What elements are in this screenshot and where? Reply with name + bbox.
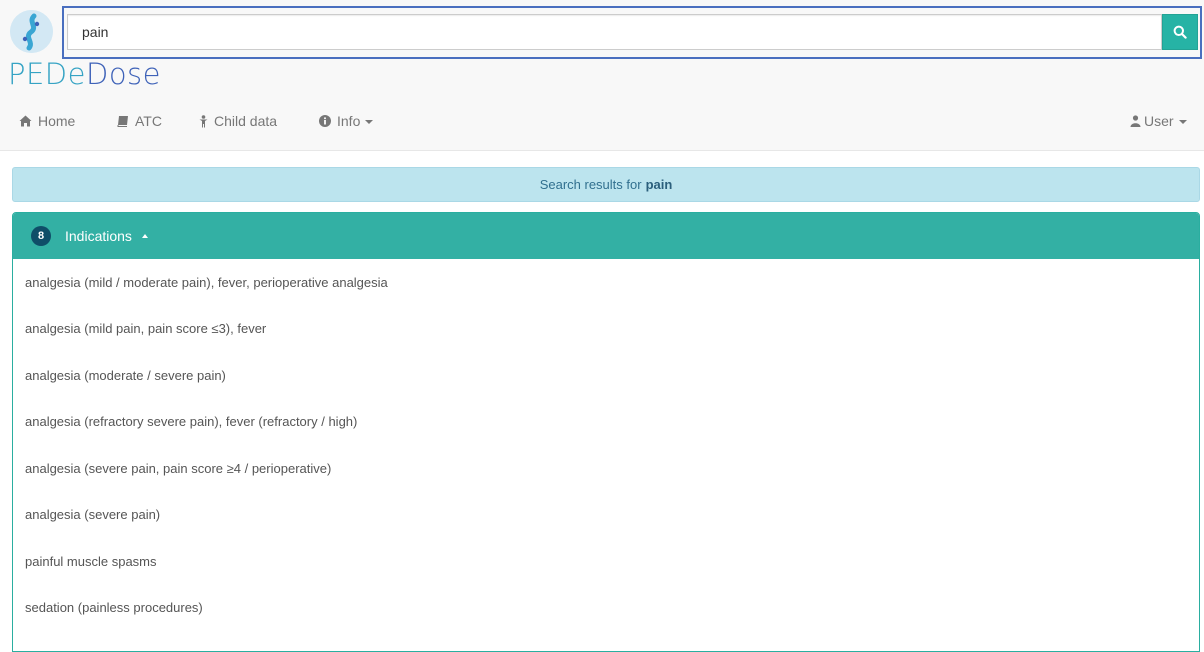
search-button[interactable] <box>1162 14 1198 50</box>
indications-list: analgesia (mild / moderate pain), fever,… <box>13 259 1199 631</box>
indications-title: Indications <box>65 228 132 244</box>
caret-down-icon <box>365 120 374 124</box>
logo-icon[interactable] <box>10 10 53 53</box>
nav-user-label: User <box>1144 113 1174 129</box>
nav-home[interactable]: Home <box>19 104 75 138</box>
user-icon <box>1130 115 1141 127</box>
brand-part-2: Dose <box>85 57 162 91</box>
child-icon <box>199 114 208 128</box>
nav-bar: Home ATC Child data Info User <box>0 104 1204 138</box>
nav-atc-label: ATC <box>135 113 162 129</box>
search-input[interactable] <box>67 14 1162 50</box>
header: PEDeDose Home ATC <box>0 0 1204 151</box>
search-bar <box>62 6 1202 59</box>
nav-child-data-label: Child data <box>214 113 278 129</box>
list-item[interactable]: painful muscle spasms <box>13 538 1199 585</box>
indications-panel-heading[interactable]: 8 Indications <box>13 213 1199 259</box>
list-item[interactable]: analgesia (refractory severe pain), feve… <box>13 399 1199 446</box>
info-icon <box>319 115 331 127</box>
brand-logo-text[interactable]: PEDeDose <box>8 56 161 92</box>
home-icon <box>19 115 32 127</box>
brand-part-1: PEDe <box>8 57 86 91</box>
list-item[interactable]: analgesia (mild / moderate pain), fever,… <box>13 259 1199 306</box>
nav-atc[interactable]: ATC <box>117 104 162 138</box>
nav-user-dropdown[interactable]: User <box>1130 104 1187 138</box>
list-item[interactable]: analgesia (moderate / severe pain) <box>13 352 1199 399</box>
search-icon <box>1173 25 1187 39</box>
search-results-banner: Search results for pain <box>12 167 1200 202</box>
nav-info-label: Info <box>337 113 361 129</box>
nav-child-data[interactable]: Child data <box>199 104 277 138</box>
nav-home-label: Home <box>38 113 76 129</box>
nav-info-dropdown[interactable]: Info <box>319 104 374 138</box>
list-item[interactable]: analgesia (severe pain, pain score ≥4 / … <box>13 445 1199 492</box>
indications-panel: 8 Indications analgesia (mild / moderate… <box>12 212 1200 652</box>
book-icon <box>117 115 129 127</box>
indications-count-badge: 8 <box>31 226 51 246</box>
caret-down-icon <box>1178 120 1187 124</box>
search-results-term: pain <box>645 177 673 192</box>
search-results-prefix: Search results for <box>539 177 642 192</box>
list-item[interactable]: analgesia (mild pain, pain score ≤3), fe… <box>13 306 1199 353</box>
list-item[interactable]: analgesia (severe pain) <box>13 492 1199 539</box>
caret-up-icon <box>141 234 148 238</box>
list-item[interactable]: sedation (painless procedures) <box>13 585 1199 632</box>
